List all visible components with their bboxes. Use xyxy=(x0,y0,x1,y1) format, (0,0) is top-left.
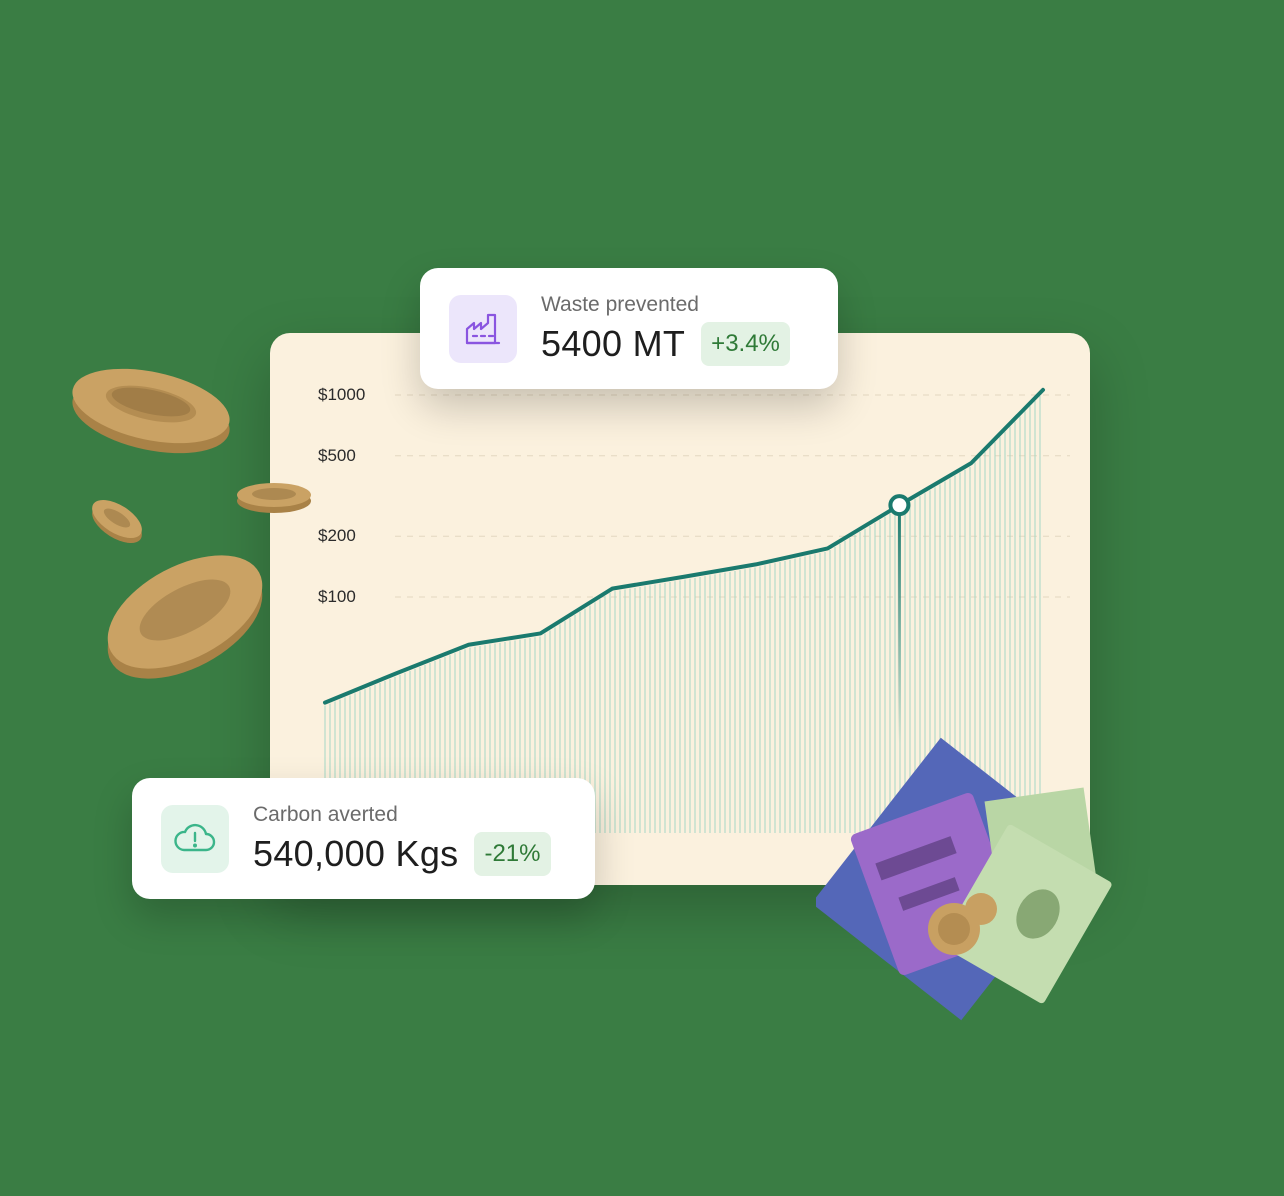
coin-large-top-illustration xyxy=(72,368,230,454)
highlight-line xyxy=(897,505,901,743)
y-tick-label: $100 xyxy=(318,587,356,606)
y-tick-label: $500 xyxy=(318,445,356,465)
waste-icon-box xyxy=(449,294,517,363)
waste-label: Waste prevented xyxy=(541,292,699,316)
carbon-icon-box xyxy=(161,804,229,873)
waste-value: 5400 MT xyxy=(541,322,686,364)
wallet-money-illustration xyxy=(816,737,1112,1021)
carbon-change-badge: -21% xyxy=(474,831,551,876)
y-tick-label: $200 xyxy=(318,526,356,546)
factory-icon xyxy=(465,313,501,344)
highlight-point[interactable] xyxy=(888,494,911,517)
carbon-value: 540,000 Kgs xyxy=(253,832,459,874)
cloud-alert-icon xyxy=(174,823,216,851)
carbon-label: Carbon averted xyxy=(253,802,398,826)
carbon-averted-card: Carbon averted 540,000 Kgs -21% xyxy=(132,778,595,899)
y-tick-label: $1000 xyxy=(318,385,366,404)
coin-large-bottom-illustration xyxy=(107,555,263,679)
waste-change-badge: +3.4% xyxy=(701,321,790,366)
coin-small-left-illustration xyxy=(92,499,142,544)
waste-prevented-card: Waste prevented 5400 MT +3.4% xyxy=(420,268,838,389)
coin-small-right-illustration xyxy=(237,483,311,513)
